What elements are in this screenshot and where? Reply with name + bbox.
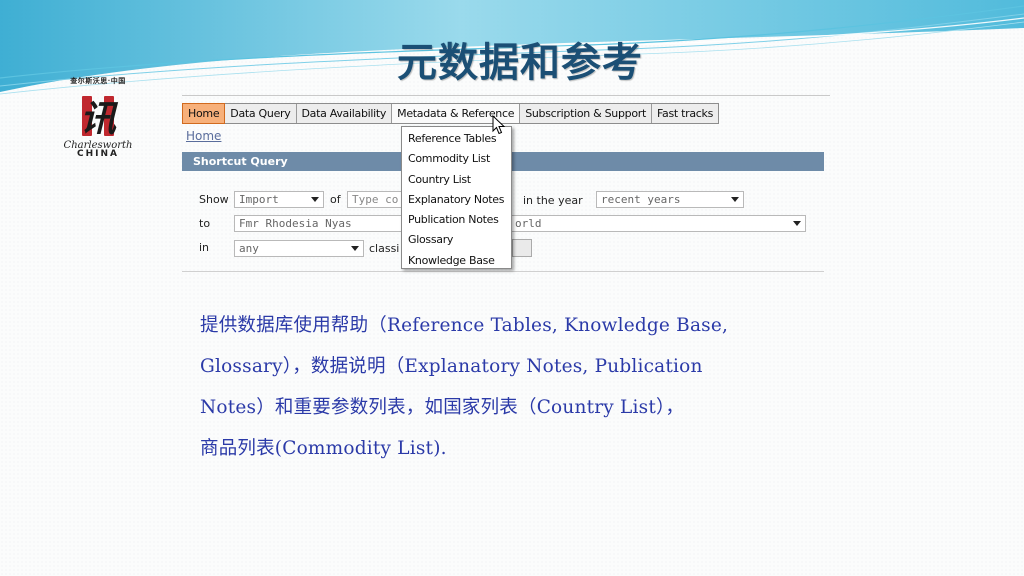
trade-flow-select[interactable]: Import — [234, 191, 324, 208]
commodity-input[interactable]: Type co — [347, 191, 403, 208]
description-line: Glossary），数据说明（Explanatory Notes, Public… — [200, 356, 703, 377]
description-line: Notes）和重要参数列表，如国家列表（Country List）， — [200, 397, 685, 418]
tab-home[interactable]: Home — [182, 103, 226, 124]
to-label: to — [199, 217, 211, 230]
classification-value: any — [239, 242, 259, 255]
chevron-down-icon — [311, 197, 319, 202]
logo-top-text: 查尔斯沃思·中国 — [70, 76, 126, 85]
classification-select[interactable]: any — [234, 240, 364, 257]
logo-character: 讯 — [79, 98, 116, 140]
tab-fast-tracks[interactable]: Fast tracks — [652, 104, 718, 123]
description-line: 商品列表(Commodity List). — [200, 438, 447, 459]
company-logo: 查尔斯沃思·中国 讯 Charlesworth CHINA — [62, 76, 134, 170]
tab-data-query[interactable]: Data Query — [225, 104, 297, 123]
screenshot-top-border — [182, 95, 830, 96]
reporter-value: Fmr Rhodesia Nyas — [239, 217, 352, 230]
partner-select[interactable]: orld — [500, 215, 806, 232]
tab-subscription-support[interactable]: Subscription & Support — [520, 104, 652, 123]
year-value: recent years — [601, 193, 681, 206]
breadcrumb-home-link[interactable]: Home — [186, 129, 221, 143]
year-label: in the year — [523, 194, 583, 207]
description-line: 提供数据库使用帮助（Reference Tables, Knowledge Ba… — [200, 315, 729, 336]
of-label: of — [330, 193, 341, 206]
description-paragraph: 提供数据库使用帮助（Reference Tables, Knowledge Ba… — [200, 305, 840, 469]
menu-item-explanatory-notes[interactable]: Explanatory Notes — [402, 190, 511, 210]
year-select[interactable]: recent years — [596, 191, 744, 208]
menu-item-glossary[interactable]: Glossary — [402, 230, 511, 250]
classif-label: classi — [369, 242, 400, 255]
screenshot-bottom-border — [182, 271, 824, 272]
tab-data-availability[interactable]: Data Availability — [297, 104, 393, 123]
chevron-down-icon — [793, 221, 801, 226]
slide-title: 元数据和参考 — [397, 39, 643, 86]
chevron-down-icon — [351, 246, 359, 251]
chevron-down-icon — [731, 197, 739, 202]
main-nav: Home Data Query Data Availability Metada… — [182, 103, 720, 124]
menu-item-country-list[interactable]: Country List — [402, 170, 511, 190]
in-label: in — [199, 241, 210, 254]
menu-item-knowledge-base[interactable]: Knowledge Base — [402, 251, 511, 271]
go-button[interactable] — [512, 239, 532, 257]
show-label: Show — [199, 193, 229, 206]
menu-item-publication-notes[interactable]: Publication Notes — [402, 210, 511, 230]
trade-flow-value: Import — [239, 193, 279, 206]
reporter-select[interactable]: Fmr Rhodesia Nyas — [234, 215, 406, 232]
partner-value: orld — [515, 217, 542, 230]
mouse-pointer-icon — [492, 115, 506, 135]
menu-item-commodity-list[interactable]: Commodity List — [402, 149, 511, 169]
metadata-dropdown-menu: Reference Tables Commodity List Country … — [401, 126, 512, 269]
logo-mark: 讯 — [76, 90, 120, 140]
